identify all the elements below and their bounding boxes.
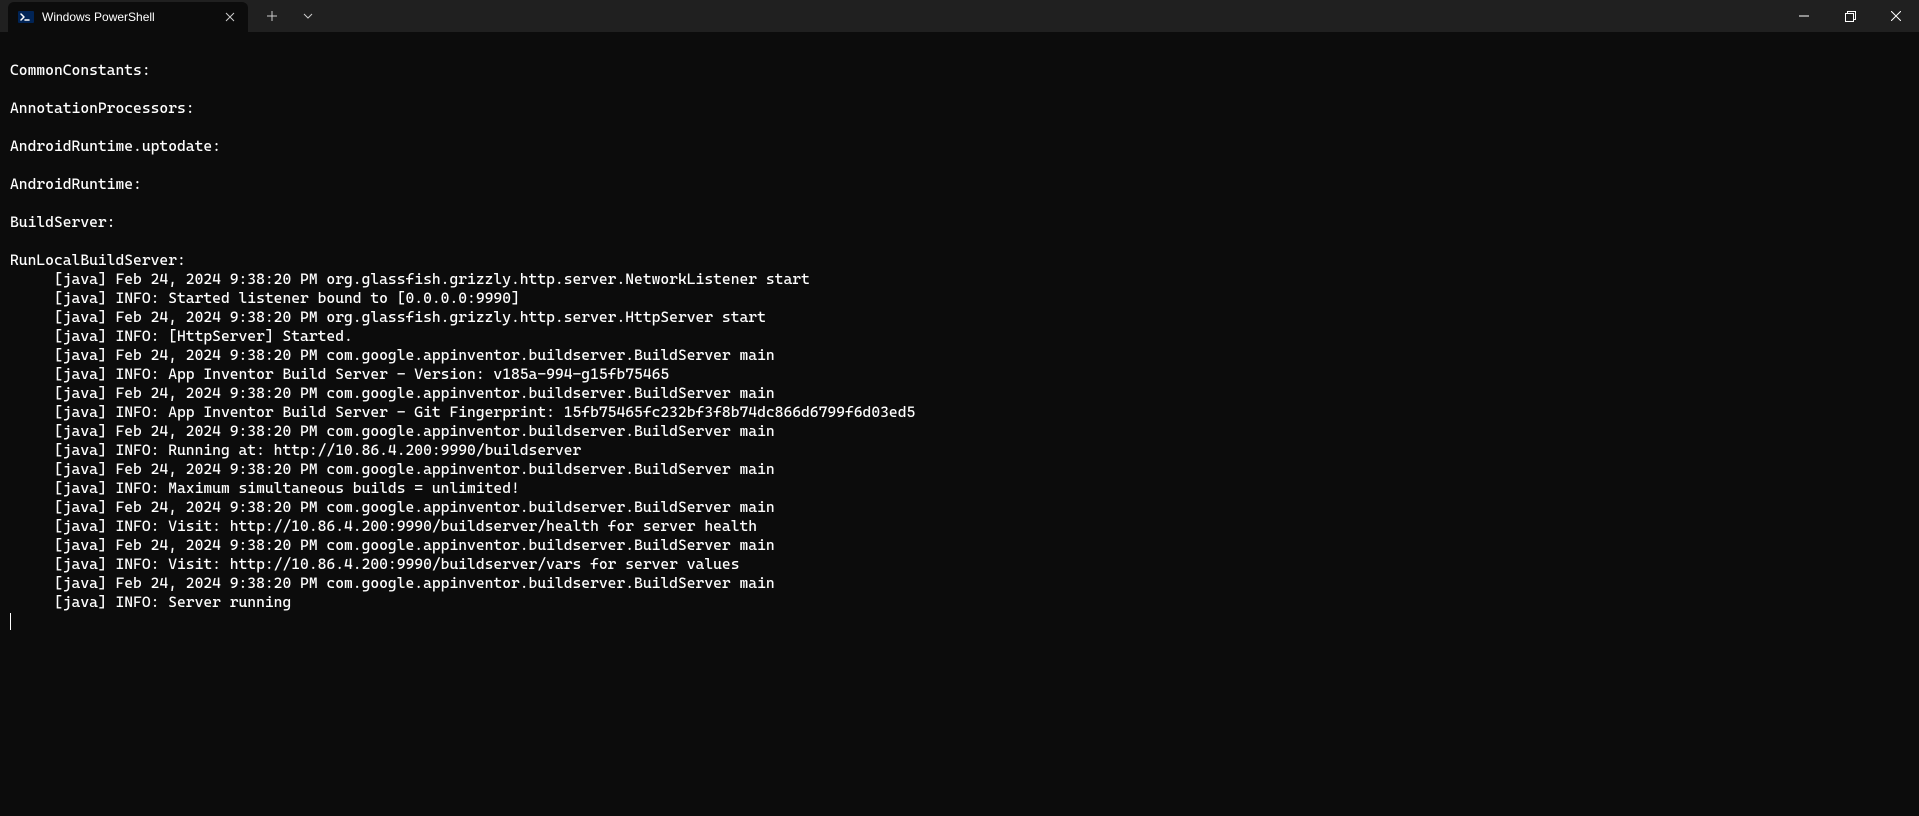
close-icon [1891, 11, 1901, 21]
tab-dropdown-button[interactable] [292, 2, 324, 30]
titlebar-drag-area[interactable] [324, 0, 1781, 32]
window-close-button[interactable] [1873, 0, 1919, 32]
titlebar: Windows PowerShell [0, 0, 1919, 32]
close-icon [225, 12, 235, 22]
window-controls [1781, 0, 1919, 32]
restore-icon [1845, 11, 1856, 22]
tab-controls [248, 0, 324, 32]
terminal-lines: CommonConstants: AnnotationProcessors: A… [10, 42, 1909, 612]
minimize-icon [1799, 11, 1809, 21]
powershell-icon [18, 9, 34, 25]
chevron-down-icon [303, 13, 313, 19]
tab-title: Windows PowerShell [42, 10, 212, 24]
tab-close-button[interactable] [220, 7, 240, 27]
maximize-button[interactable] [1827, 0, 1873, 32]
minimize-button[interactable] [1781, 0, 1827, 32]
plus-icon [267, 11, 277, 21]
tab-powershell[interactable]: Windows PowerShell [8, 2, 248, 32]
terminal-output[interactable]: CommonConstants: AnnotationProcessors: A… [0, 32, 1919, 631]
terminal-cursor [10, 613, 11, 630]
new-tab-button[interactable] [256, 2, 288, 30]
